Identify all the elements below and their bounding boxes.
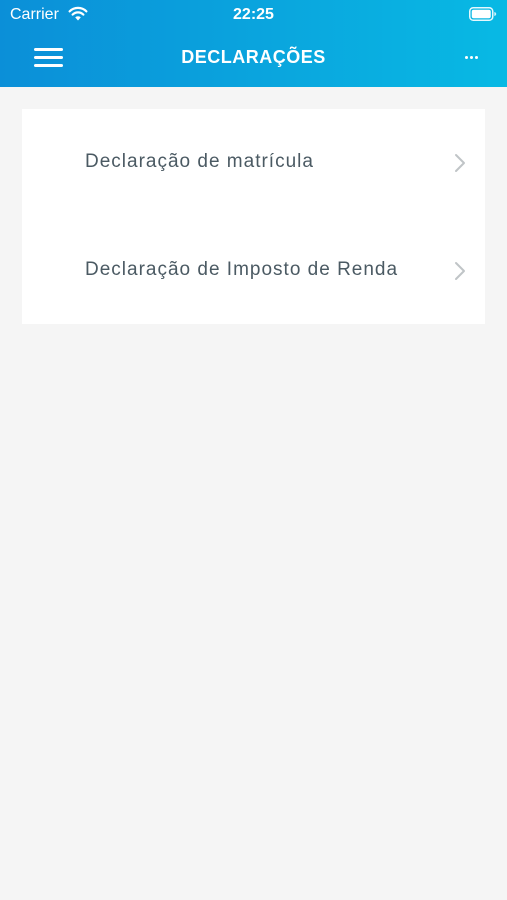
chevron-right-icon bbox=[455, 154, 465, 172]
navigation-bar: DECLARAÇÕES bbox=[0, 30, 507, 87]
declarations-list: Declaração de matrícula Declaração de Im… bbox=[22, 109, 485, 324]
status-time: 22:25 bbox=[233, 6, 274, 23]
page-title: DECLARAÇÕES bbox=[181, 47, 326, 67]
list-item-declaracao-matricula[interactable]: Declaração de matrícula bbox=[22, 109, 485, 216]
list-item-declaracao-imposto-renda[interactable]: Declaração de Imposto de Renda bbox=[22, 217, 485, 324]
app-header: Carrier 22:25 DECLARAÇÕES bbox=[0, 0, 507, 87]
chevron-right-icon bbox=[455, 262, 465, 280]
list-item-label: Declaração de Imposto de Renda bbox=[85, 259, 399, 280]
battery-icon bbox=[469, 7, 497, 21]
status-bar: Carrier 22:25 bbox=[0, 0, 507, 30]
more-dots-icon[interactable] bbox=[457, 44, 485, 70]
list-item-label: Declaração de matrícula bbox=[85, 151, 314, 172]
